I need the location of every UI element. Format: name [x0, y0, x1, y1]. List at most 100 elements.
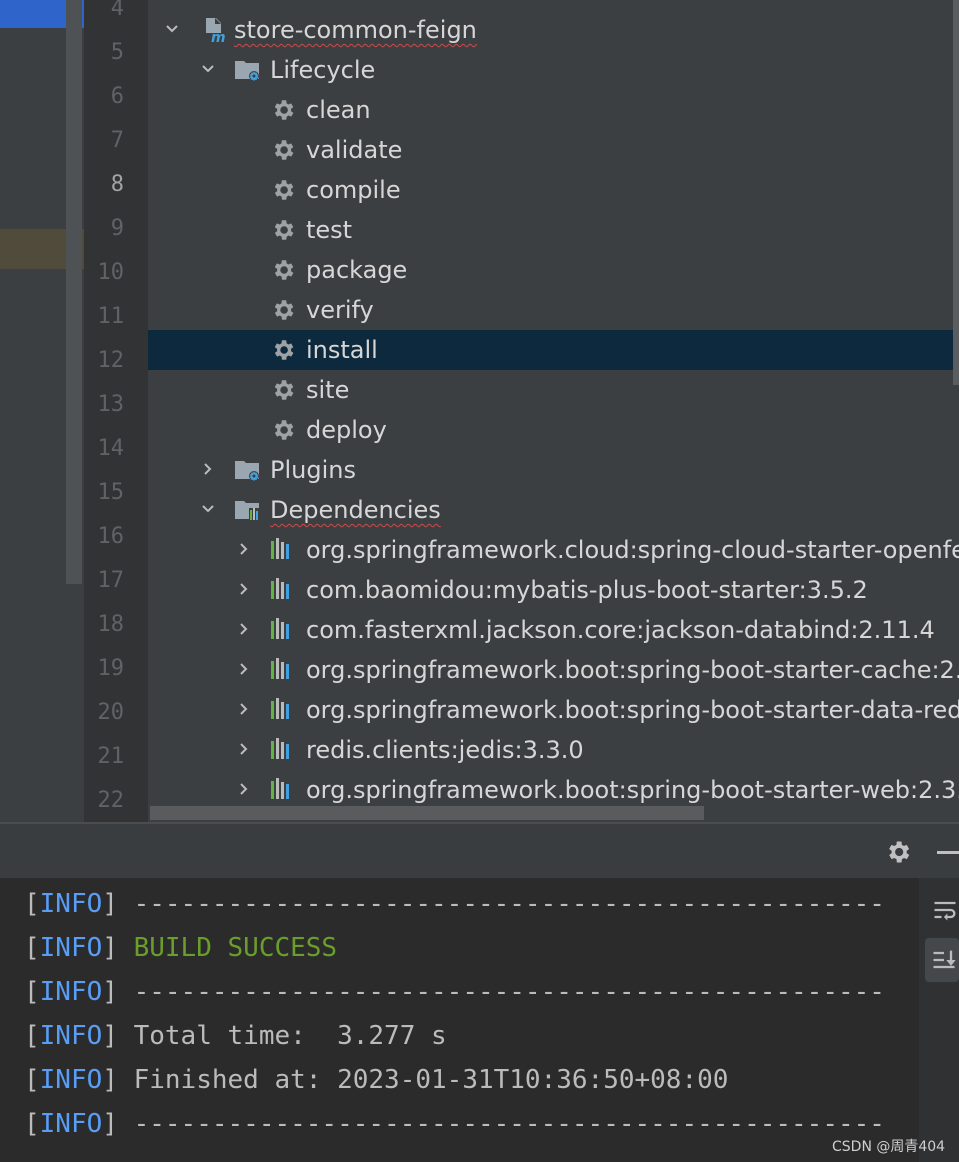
chevron-right-icon[interactable] [234, 578, 254, 602]
line-number: 10 [97, 260, 125, 285]
tree-node-lifecycle[interactable]: Lifecycle [148, 50, 959, 90]
dependency-item[interactable]: redis.clients:jedis:3.3.0 [148, 730, 959, 770]
dependency-label: org.springframework.boot:spring-boot-sta… [306, 696, 959, 724]
line-number: 20 [97, 700, 125, 725]
gear-icon [270, 217, 298, 243]
console-line: [INFO] BUILD SUCCESS [24, 926, 337, 970]
lifecycle-goal-clean[interactable]: clean [148, 90, 959, 130]
lifecycle-goal-site[interactable]: site [148, 370, 959, 410]
console-line: [INFO] ---------------------------------… [24, 970, 885, 1014]
maven-module-icon: m [202, 17, 230, 46]
library-icon-shape [271, 658, 289, 679]
lifecycle-goal-package[interactable]: package [148, 250, 959, 290]
dependency-label: com.fasterxml.jackson.core:jackson-datab… [306, 616, 935, 644]
chevron-shape [204, 463, 212, 475]
console-output: [INFO] ---------------------------------… [0, 878, 919, 1162]
goal-label: verify [306, 296, 374, 324]
chevron-right-icon[interactable] [234, 778, 254, 802]
gear-icon-shape [274, 260, 294, 280]
watermark: CSDN @周青404 [832, 1139, 946, 1155]
gear-icon [270, 297, 298, 323]
chevron-down-icon[interactable] [162, 18, 182, 42]
library-icon-shape [271, 778, 289, 799]
goal-label: clean [306, 96, 371, 124]
lifecycle-goal-test[interactable]: test [148, 210, 959, 250]
lifecycle-goal-install[interactable]: install [148, 330, 959, 370]
folder-library-icon [234, 497, 262, 523]
goal-label: site [306, 376, 350, 404]
goal-label: package [306, 256, 408, 284]
lifecycle-goal-verify[interactable]: verify [148, 290, 959, 330]
svg-text:m: m [211, 30, 226, 43]
chevron-down-icon[interactable] [198, 58, 218, 82]
tree-vertical-scrollbar[interactable] [953, 0, 959, 385]
chevron-right-icon[interactable] [198, 458, 218, 482]
log-level: INFO [39, 889, 103, 919]
editor-scrollbar[interactable] [66, 0, 82, 584]
line-number: 9 [110, 216, 124, 241]
bracket: ] [102, 1065, 134, 1095]
log-level: INFO [39, 1109, 103, 1139]
goal-label: validate [306, 136, 403, 164]
maven-project-tree[interactable]: m store-common-feign Lifecycle clean validat… [148, 0, 959, 822]
library-icon [270, 777, 298, 803]
soft-wrap-icon[interactable] [931, 896, 959, 924]
bracket: [ [24, 889, 40, 919]
library-icon-shape [271, 738, 289, 759]
folder-gear-icon [234, 457, 262, 483]
line-number: 17 [97, 568, 125, 593]
log-level: INFO [39, 933, 103, 963]
library-icon-shape [271, 578, 289, 599]
dependency-item[interactable]: com.baomidou:mybatis-plus-boot-starter:3… [148, 570, 959, 610]
folder-library-icon-shape [235, 501, 260, 521]
bracket: [ [24, 933, 40, 963]
chevron-shape [166, 25, 178, 33]
line-number-gutter: 4 5 6 7 8 9 10 11 12 13 14 15 16 17 18 19 20 21 22 [84, 0, 148, 822]
library-icon-shape [271, 698, 289, 719]
line-number: 13 [97, 392, 125, 417]
chevron-right-icon[interactable] [234, 538, 254, 562]
log-message: ----------------------------------------… [133, 889, 885, 919]
chevron-down-icon[interactable] [198, 498, 218, 522]
gear-icon[interactable] [884, 838, 912, 866]
chevron-right-icon[interactable] [234, 698, 254, 722]
line-number: 16 [97, 524, 125, 549]
lifecycle-goal-compile[interactable]: compile [148, 170, 959, 210]
log-message: ----------------------------------------… [133, 1109, 885, 1139]
lifecycle-goal-deploy[interactable]: deploy [148, 410, 959, 450]
dependency-item[interactable]: org.springframework.boot:spring-boot-sta… [148, 770, 959, 810]
dependency-item[interactable]: org.springframework.boot:spring-boot-sta… [148, 690, 959, 730]
module-name: store-common-feign [234, 16, 477, 44]
chevron-right-icon[interactable] [234, 618, 254, 642]
dependency-label: org.springframework.cloud:spring-cloud-s… [306, 536, 959, 564]
lifecycle-goal-validate[interactable]: validate [148, 130, 959, 170]
chevron-right-icon[interactable] [234, 738, 254, 762]
log-level: INFO [39, 1021, 103, 1051]
gear-icon-shape [274, 220, 294, 240]
chevron-shape [240, 543, 248, 555]
chevron-shape [240, 623, 248, 635]
gear-icon [270, 137, 298, 163]
tree-horizontal-scrollbar[interactable] [150, 806, 704, 820]
minimize-icon[interactable] [937, 851, 959, 854]
dependency-item[interactable]: com.fasterxml.jackson.core:jackson-datab… [148, 610, 959, 650]
tree-node-dependencies[interactable]: Dependencies [148, 490, 959, 530]
chevron-shape [202, 65, 214, 73]
run-toolbar [0, 822, 959, 880]
gear-icon [270, 257, 298, 283]
library-icon [270, 657, 298, 683]
dependency-item[interactable]: org.springframework.boot:spring-boot-sta… [148, 650, 959, 690]
folder-gear-icon-shape [235, 61, 259, 82]
line-number: 14 [97, 436, 125, 461]
dependency-label: org.springframework.boot:spring-boot-sta… [306, 656, 959, 684]
goal-label: test [306, 216, 353, 244]
chevron-right-icon[interactable] [234, 658, 254, 682]
dependency-label: org.springframework.boot:spring-boot-sta… [306, 776, 959, 804]
tree-node-plugins[interactable]: Plugins [148, 450, 959, 490]
line-number: 15 [97, 480, 125, 505]
chevron-shape [202, 505, 214, 513]
dependency-item[interactable]: org.springframework.cloud:spring-cloud-s… [148, 530, 959, 570]
tree-node-module[interactable]: m store-common-feign [148, 10, 959, 50]
scroll-to-end-button[interactable] [925, 938, 959, 982]
bracket: [ [24, 1109, 40, 1139]
